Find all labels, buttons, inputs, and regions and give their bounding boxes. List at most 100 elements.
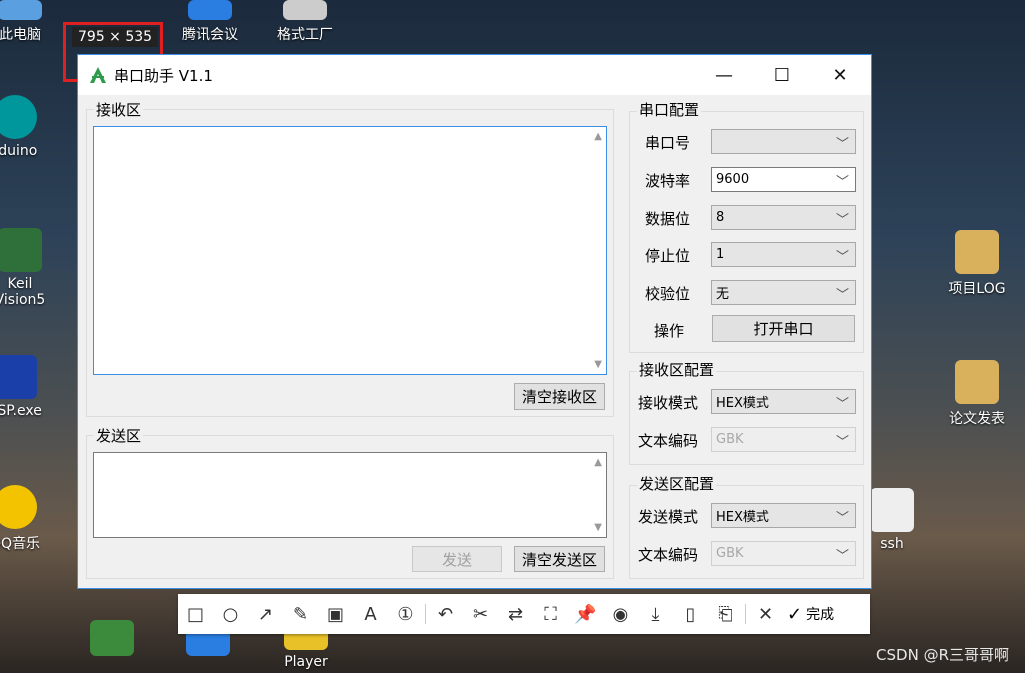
screenshot-toolbar: □ ○ ↗ ✎ ▣ A ① ↶ ✂ ⇄ ⛶ 📌 ◉ ⤓ ▯ ⎗ ✕ ✓ 完成 (178, 594, 870, 634)
factory-icon (283, 0, 327, 20)
desktop-icon-arduino[interactable]: rduino (0, 95, 55, 159)
clear-send-button[interactable]: 清空发送区 (514, 546, 605, 572)
record-icon[interactable]: ◉ (603, 594, 638, 634)
chevron-down-icon: ﹀ (835, 137, 849, 152)
baud-select[interactable]: 9600 ﹀ (711, 167, 856, 192)
receive-encoding-value: GBK (716, 432, 744, 447)
scroll-up-icon[interactable]: ▲ (594, 457, 602, 468)
baud-label: 波特率 (645, 172, 691, 190)
port-label: 串口号 (645, 134, 691, 152)
desktop-icon-label: QQ音乐 (0, 536, 41, 552)
serial-assistant-window: 串口助手 V1.1 — ☐ ✕ 接收区 ▲ ▼ 清空接收区 发送区 ▲ ▼ 发送… (77, 54, 872, 589)
meeting-icon (188, 0, 232, 20)
desktop-icon-this-pc[interactable]: 此电脑 (0, 0, 60, 44)
desktop-icon-label: 此电脑 (0, 27, 41, 43)
close-button[interactable]: ✕ (811, 55, 869, 95)
scroll-down-icon[interactable]: ▼ (594, 359, 602, 370)
desktop-icon-label: 论文发表 (949, 411, 1005, 427)
pin-icon[interactable]: 📌 (568, 594, 603, 634)
desktop-icon-tencent-meeting[interactable]: 腾讯会议 (170, 0, 250, 44)
clear-receive-button[interactable]: 清空接收区 (514, 383, 605, 410)
send-encoding-value: GBK (716, 546, 744, 561)
ellipse-icon[interactable]: ○ (213, 594, 248, 634)
send-mode-value: HEX模式 (716, 510, 769, 525)
maximize-button[interactable]: ☐ (753, 55, 811, 95)
send-mode-select[interactable]: HEX模式 ﹀ (711, 503, 856, 528)
send-encoding-select[interactable]: GBK ﹀ (711, 541, 856, 566)
databits-label: 数据位 (645, 210, 691, 228)
open-port-button[interactable]: 打开串口 (712, 315, 855, 342)
chevron-down-icon: ﹀ (835, 511, 849, 526)
window-title: 串口助手 V1.1 (114, 66, 213, 85)
parity-label: 校验位 (645, 285, 691, 303)
desktop-icon-label: ssh (880, 536, 904, 552)
music-icon (0, 485, 37, 529)
done-label: 完成 (806, 607, 835, 623)
port-select[interactable]: ﹀ (711, 129, 856, 154)
desktop-icon-project-log[interactable]: 项目LOG (937, 230, 1017, 298)
stopbits-value: 1 (716, 247, 725, 262)
scroll-down-icon[interactable]: ▼ (594, 522, 602, 533)
chevron-down-icon: ﹀ (835, 549, 849, 564)
desktop-icon-label: 项目LOG (948, 281, 1006, 297)
desktop-icon-format-factory[interactable]: 格式工厂 (265, 0, 345, 44)
chevron-down-icon: ﹀ (835, 435, 849, 450)
receive-encoding-label: 文本编码 (638, 432, 699, 450)
receive-group-label: 接收区 (94, 99, 144, 120)
minimize-button[interactable]: — (695, 55, 753, 95)
desktop-icon-generic-1[interactable] (72, 620, 152, 660)
phone-icon[interactable]: ▯ (673, 594, 708, 634)
app-logo-icon (90, 67, 106, 83)
receive-encoding-select[interactable]: GBK ﹀ (711, 427, 856, 452)
arduino-icon (0, 95, 37, 139)
download-icon[interactable]: ⤓ (638, 594, 673, 634)
desktop-icon-paper-publish[interactable]: 论文发表 (937, 360, 1017, 428)
rectangle-icon[interactable]: □ (178, 594, 213, 634)
stopbits-label: 停止位 (645, 247, 691, 265)
action-label: 操作 (654, 322, 685, 340)
send-mode-label: 发送模式 (638, 508, 699, 526)
chevron-down-icon: ﹀ (835, 397, 849, 412)
chevron-down-icon: ﹀ (835, 175, 849, 190)
toolbar-divider (745, 604, 746, 624)
desktop-icon-label: Keil Vision5 (0, 276, 46, 308)
mosaic-icon[interactable]: ▣ (318, 594, 353, 634)
receive-config-label: 接收区配置 (637, 359, 717, 380)
parity-value: 无 (716, 287, 730, 302)
desktop-icon-qq-music[interactable]: QQ音乐 (0, 485, 55, 553)
parity-select[interactable]: 无 ﹀ (711, 280, 856, 305)
folder-icon (955, 230, 999, 274)
desktop-icon-label: 格式工厂 (277, 27, 333, 43)
send-config-label: 发送区配置 (637, 473, 717, 494)
keil-icon (0, 228, 42, 272)
watermark: CSDN @R三哥哥啊 (876, 646, 1009, 664)
bookmark-icon[interactable]: ⎗ (708, 594, 743, 634)
send-button[interactable]: 发送 (412, 546, 502, 572)
receive-textarea[interactable]: ▲ ▼ (93, 126, 607, 375)
desktop-icon-label: 腾讯会议 (182, 27, 238, 43)
chevron-down-icon: ﹀ (835, 288, 849, 303)
desktop-icon-isp[interactable]: -ISP.exe (0, 355, 55, 419)
cancel-icon[interactable]: ✕ (748, 594, 783, 634)
number-marker-icon[interactable]: ① (388, 594, 423, 634)
undo-icon[interactable]: ↶ (428, 594, 463, 634)
dimension-label: 795 × 535 (72, 27, 159, 47)
arrow-icon[interactable]: ↗ (248, 594, 283, 634)
text-icon[interactable]: A (353, 594, 388, 634)
stopbits-select[interactable]: 1 ﹀ (711, 242, 856, 267)
done-button[interactable]: ✓ 完成 (787, 604, 834, 625)
desktop-icon-label: Player (284, 654, 328, 670)
title-bar[interactable]: 串口助手 V1.1 — ☐ ✕ (78, 55, 871, 95)
scan-icon[interactable]: ⛶ (533, 594, 568, 634)
databits-select[interactable]: 8 ﹀ (711, 205, 856, 230)
translate-icon[interactable]: ⇄ (498, 594, 533, 634)
pencil-icon[interactable]: ✎ (283, 594, 318, 634)
isp-icon (0, 355, 37, 399)
send-textarea[interactable]: ▲ ▼ (93, 452, 607, 538)
scissors-icon[interactable]: ✂ (463, 594, 498, 634)
folder-icon (955, 360, 999, 404)
scroll-up-icon[interactable]: ▲ (594, 131, 602, 142)
serial-config-label: 串口配置 (637, 99, 702, 120)
receive-mode-select[interactable]: HEX模式 ﹀ (711, 389, 856, 414)
desktop-icon-keil[interactable]: Keil Vision5 (0, 228, 60, 308)
